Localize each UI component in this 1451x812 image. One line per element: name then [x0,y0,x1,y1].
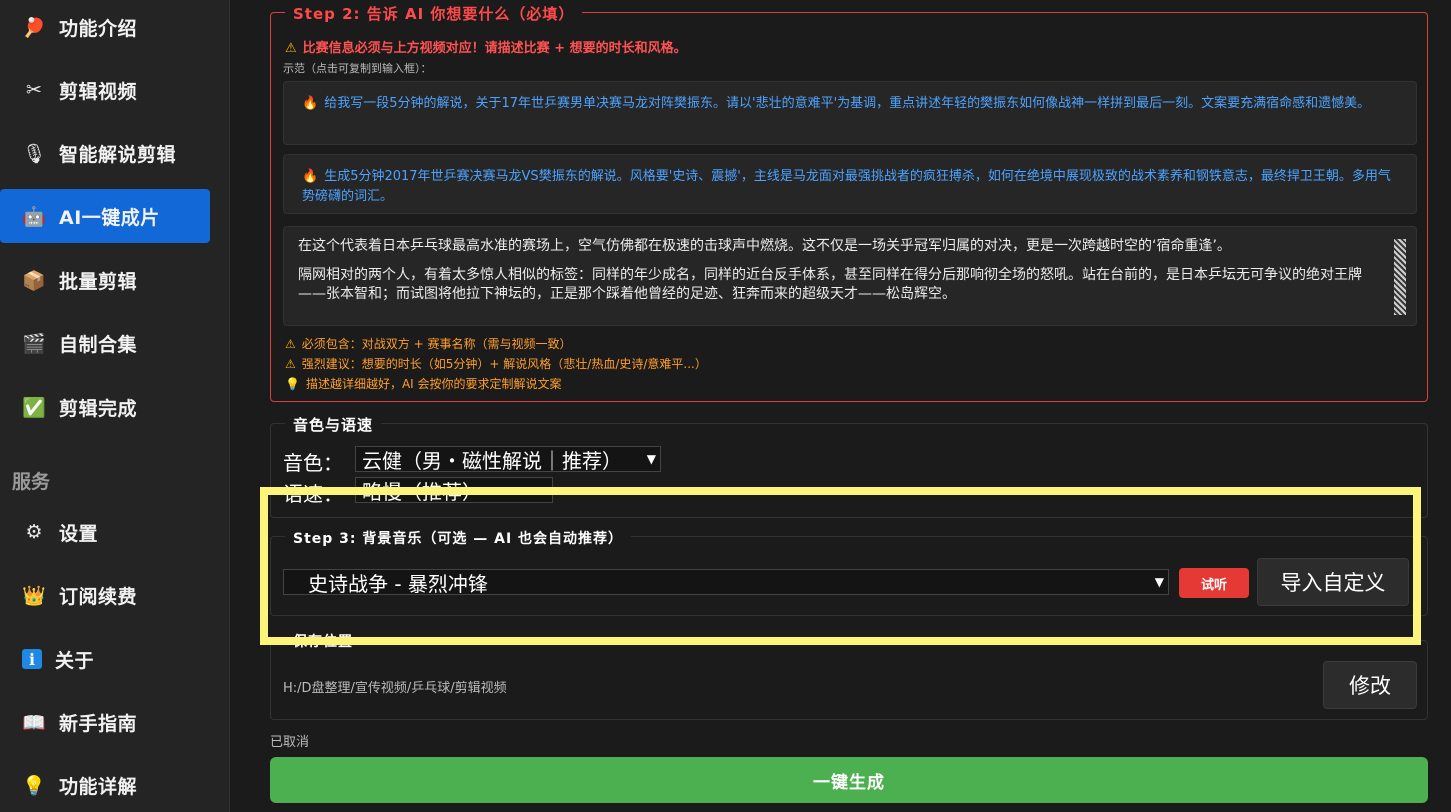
sidebar-item-label: 关于 [55,649,95,672]
sidebar-item-batch-edit[interactable]: 📦 批量剪辑 [0,253,210,307]
robot-icon: 🤖 [22,205,46,228]
sidebar-item-ai-one-click[interactable]: 🤖 AI一键成片 [0,189,210,243]
sidebar-item-label: 自制合集 [59,333,138,356]
step3-title: Step 3: 背景音乐（可选 — AI 也会自动推荐） [285,528,632,548]
step2-title: Step 2: 告诉 AI 你想要什么（必填） [285,3,583,24]
sidebar-item-subscription[interactable]: 👑 订阅续费 [0,568,210,622]
modify-path-button[interactable]: 修改 [1323,661,1417,709]
step3-panel: Step 3: 背景音乐（可选 — AI 也会自动推荐） 史诗战争 - 暴烈冲锋… [270,528,1428,616]
sidebar-item-smart-narration[interactable]: 🎙 智能解说剪辑 [0,126,210,180]
voice-select[interactable]: 云健（男・磁性解说｜推荐） ▼ [355,446,661,472]
sidebar-item-label: 剪辑视频 [59,80,138,103]
warning-icon: ⚠ [285,337,296,351]
save-panel-title: 保存位置 [285,631,361,651]
clapper-icon: 🎬 [22,332,46,355]
sidebar-section-services: 服务 [12,471,51,493]
app-window: 🏓 功能介绍 ✂ 剪辑视频 🎙 智能解说剪辑 🤖 AI一键成片 📦 批量剪辑 🎬… [0,0,1451,812]
gear-icon: ⚙ [25,521,43,543]
example-caption: 示范（点击可复制到输入框）： [283,62,432,75]
sidebar: 🏓 功能介绍 ✂ 剪辑视频 🎙 智能解说剪辑 🤖 AI一键成片 📦 批量剪辑 🎬… [0,0,230,812]
sidebar-item-intro[interactable]: 🏓 功能介绍 [0,0,210,54]
sidebar-item-guide[interactable]: 📖 新手指南 [0,695,210,749]
warning-icon: ⚠ [285,357,296,371]
speed-select-value: 略慢（推荐） [362,479,482,503]
bulb-icon: 💡 [22,774,46,797]
voice-panel-title: 音色与语速 [285,414,382,435]
crown-icon: 👑 [22,584,46,607]
sidebar-item-label: 新手指南 [59,712,138,735]
step2-warning: ⚠ 比赛信息必须与上方视频对应！请描述比赛 + 想要的时长和风格。 [285,41,687,56]
sidebar-item-edit-done[interactable]: ✅ 剪辑完成 [0,380,210,434]
info-icon: ℹ [22,649,42,669]
tip-detail: 💡 描述越详细越好，AI 会按你的要求定制解说文案 [285,377,562,391]
sidebar-item-label: AI一键成片 [59,206,160,229]
ping-pong-icon: 🏓 [22,16,46,39]
tip-required: ⚠ 必须包含：对战双方 + 赛事名称（需与视频一致） [285,337,572,351]
narrator-icon: 🎙 [21,142,47,165]
voice-select-value: 云健（男・磁性解说｜推荐） [362,448,622,472]
fire-icon: 🔥 [302,169,319,184]
voice-label: 音色： [283,451,343,475]
step2-panel: Step 2: 告诉 AI 你想要什么（必填） ⚠ 比赛信息必须与上方视频对应！请… [270,3,1428,402]
warning-icon: ⚠ [285,41,297,56]
prompt-paragraph: 在这个代表着日本乒乓球最高水准的赛场上，空气仿佛都在极速的击球声中燃烧。这不仅是… [298,238,1231,254]
check-icon: ✅ [22,396,46,419]
chevron-down-icon: ▼ [1154,575,1164,589]
prompt-paragraph: 隔网相对的两个人，有着太多惊人相似的标签：同样的年少成名，同样的近台反手体系，甚… [298,267,1362,302]
book-icon: 📖 [22,711,46,734]
speed-label: 语速： [283,482,343,506]
status-text: 已取消 [270,735,310,750]
sidebar-item-custom-collection[interactable]: 🎬 自制合集 [0,316,210,370]
sidebar-item-edit-video[interactable]: ✂ 剪辑视频 [0,63,210,117]
package-icon: 📦 [22,269,46,292]
tip-suggested: ⚠ 强烈建议：想要的时长（如5分钟）+ 解说风格（悲壮/热血/史诗/意难平...） [285,357,707,371]
music-select[interactable]: 史诗战争 - 暴烈冲锋 ▼ [283,569,1169,595]
sidebar-item-label: 订阅续费 [59,585,138,608]
sidebar-item-feature-details[interactable]: 💡 功能详解 [0,758,210,812]
sidebar-item-label: 批量剪辑 [59,270,138,293]
sidebar-item-label: 剪辑完成 [59,397,138,420]
sidebar-item-label: 功能详解 [59,775,138,798]
preview-button[interactable]: 试听 [1179,568,1249,598]
music-select-value: 史诗战争 - 暴烈冲锋 [308,571,488,595]
sidebar-item-about[interactable]: ℹ 关于 [0,632,210,686]
save-path: H:/D盘整理/宣传视频/乒乓球/剪辑视频 [283,681,507,696]
fire-icon: 🔥 [302,96,319,111]
scissors-icon: ✂ [26,79,42,101]
sidebar-item-label: 功能介绍 [59,17,138,40]
sidebar-item-label: 设置 [59,522,99,545]
voice-speed-panel: 音色与语速 音色： 云健（男・磁性解说｜推荐） ▼ 语速： 略慢（推荐） [270,414,1428,518]
scrollbar-thumb[interactable] [1394,239,1406,315]
example-prompt-1[interactable]: 🔥 给我写一段5分钟的解说，关于17年世乒赛男单决赛马龙对阵樊振东。请以'悲壮的意… [283,81,1417,145]
chevron-down-icon: ▼ [646,452,656,466]
prompt-input[interactable]: 在这个代表着日本乒乓球最高水准的赛场上，空气仿佛都在极速的击球声中燃烧。这不仅是… [283,226,1417,326]
example-prompt-2[interactable]: 🔥 生成5分钟2017年世乒赛决赛马龙VS樊振东的解说。风格要'史诗、震撼'，主线… [283,154,1417,214]
speed-select[interactable]: 略慢（推荐） [355,477,553,503]
save-location-panel: 保存位置 H:/D盘整理/宣传视频/乒乓球/剪辑视频 修改 [270,631,1428,720]
main-panel: Step 2: 告诉 AI 你想要什么（必填） ⚠ 比赛信息必须与上方视频对应！请… [230,0,1451,812]
generate-button[interactable]: 一键生成 [270,757,1428,803]
import-custom-button[interactable]: 导入自定义 [1257,558,1409,606]
sidebar-item-label: 智能解说剪辑 [59,143,177,166]
sidebar-item-settings[interactable]: ⚙ 设置 [0,505,210,559]
bulb-icon: 💡 [285,377,300,391]
